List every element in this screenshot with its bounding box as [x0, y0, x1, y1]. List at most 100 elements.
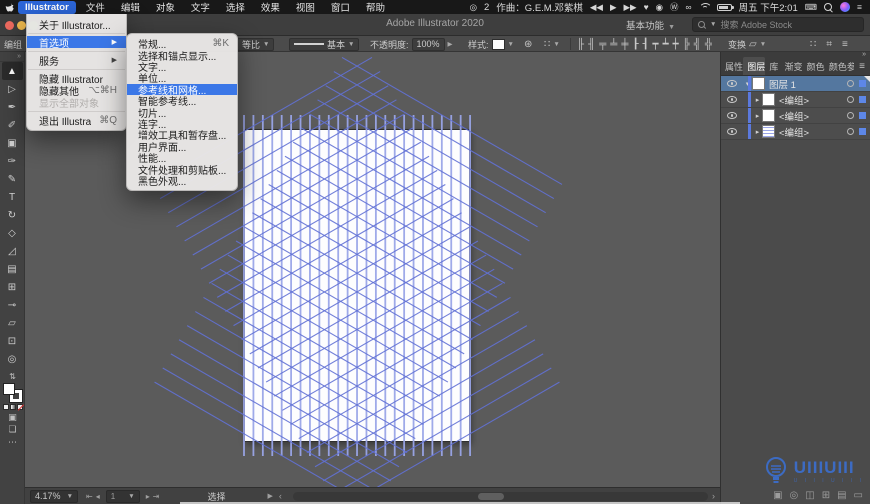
gradient-tool[interactable]: ▤	[2, 260, 23, 278]
shear-tool[interactable]: ▱	[2, 314, 23, 332]
align-icon-11[interactable]: ╣	[694, 39, 701, 50]
swap-fill-stroke-icon[interactable]: ⇅	[9, 372, 16, 381]
edit-toolbar-button[interactable]: ⋯	[8, 437, 17, 448]
align-icon-1[interactable]: ╢	[588, 39, 595, 50]
screen-mode-button[interactable]: ❏	[8, 424, 16, 435]
artboard-number-dropdown[interactable]: 1▼	[106, 490, 140, 503]
link-app-icon[interactable]: ∞	[686, 3, 692, 12]
gradient-button[interactable]	[10, 404, 16, 410]
selection-tool[interactable]: ▲	[2, 62, 23, 80]
scrollbar-thumb[interactable]	[478, 493, 504, 500]
tab-颜色参[interactable]: 颜色参	[825, 57, 854, 75]
layer-thumbnail[interactable]	[762, 125, 775, 138]
color-button[interactable]	[3, 404, 9, 410]
app-menu-item-2[interactable]: 首选项▶	[27, 36, 126, 48]
play-icon[interactable]: ▶	[610, 3, 617, 12]
siri-icon[interactable]	[840, 2, 850, 12]
align-icon-12[interactable]: ╬	[705, 39, 712, 50]
control-center-icon[interactable]: ≡	[857, 3, 862, 12]
control-right-icon-2[interactable]: ≡	[842, 39, 848, 50]
control-right-icon-1[interactable]: ⌗	[826, 39, 832, 50]
style-swatch[interactable]	[492, 39, 505, 50]
scroll-left-arrow[interactable]: ‹	[273, 491, 287, 501]
zoom-tool[interactable]: ◎	[2, 350, 23, 368]
visibility-eye-icon[interactable]	[727, 96, 737, 103]
align-icon-4[interactable]: ╪	[621, 39, 628, 50]
align-icon-10[interactable]: ╠	[683, 39, 690, 50]
menu-bar-item-8[interactable]: 帮助	[358, 0, 393, 15]
layer-row-0[interactable]: ▾图层 1	[721, 76, 870, 92]
drawing-mode-button[interactable]: ▣	[8, 412, 17, 423]
input-method-icon[interactable]: ⌨	[805, 3, 817, 12]
menu-bar-item-0[interactable]: 文件	[78, 0, 113, 15]
eyedropper-tool[interactable]: ⊸	[2, 296, 23, 314]
badge-count[interactable]: 2	[484, 2, 489, 13]
wifi-icon[interactable]	[699, 3, 710, 11]
workspace-switcher[interactable]: 基本功能▼	[626, 18, 675, 32]
artboard[interactable]	[244, 129, 470, 442]
app-menu-title[interactable]: Illustrator	[18, 1, 76, 14]
none-button[interactable]	[17, 404, 23, 410]
align-icon-3[interactable]: ╧	[610, 39, 617, 50]
music-app-icon[interactable]: ◉	[656, 3, 663, 12]
document-setup-globe-icon[interactable]: ⊛	[524, 36, 532, 52]
menu-bar-item-2[interactable]: 对象	[148, 0, 183, 15]
locate-object-icon[interactable]: ◎	[790, 490, 799, 501]
w-app-icon[interactable]: Ⓦ	[670, 3, 679, 12]
app-status-icon[interactable]: ◎	[470, 3, 477, 12]
tab-库[interactable]: 库	[765, 57, 780, 75]
pen-tool[interactable]: ✒	[2, 98, 23, 116]
menu-bar-item-5[interactable]: 效果	[253, 0, 288, 15]
layer-name[interactable]: 图层 1	[769, 77, 847, 91]
new-sublayer-icon[interactable]: ⊞	[822, 490, 830, 501]
new-layer-icon[interactable]: ▤	[837, 490, 846, 501]
menu-bar-item-7[interactable]: 窗口	[323, 0, 358, 15]
target-circle-icon[interactable]	[847, 80, 854, 87]
layer-thumbnail[interactable]	[762, 109, 775, 122]
apple-menu-icon[interactable]	[0, 2, 18, 13]
menu-bar-item-3[interactable]: 文字	[183, 0, 218, 15]
delete-layer-icon[interactable]: ▭	[854, 490, 863, 501]
selection-indicator[interactable]	[859, 128, 866, 135]
paintbrush-tool[interactable]: ✑	[2, 152, 23, 170]
spotlight-icon[interactable]	[824, 3, 833, 12]
align-icon-7[interactable]: ┯	[653, 39, 659, 50]
control-right-icon-0[interactable]: ∷	[810, 39, 816, 50]
first-artboard-button[interactable]: ⇤	[86, 492, 93, 501]
prefs-item-12[interactable]: 黑色外观...	[127, 175, 237, 186]
align-icon-8[interactable]: ┷	[663, 39, 669, 50]
align-icon-0[interactable]: ╟	[577, 39, 584, 50]
next-artboard-button[interactable]: ▸	[146, 492, 150, 501]
pencil-tool[interactable]: ✎	[2, 170, 23, 188]
fill-indicator[interactable]	[3, 383, 15, 395]
app-menu-item-4[interactable]: 服务▶	[27, 54, 126, 66]
selection-indicator[interactable]	[859, 112, 866, 119]
align-icon-5[interactable]: ┠	[632, 39, 638, 50]
battery-icon[interactable]	[717, 4, 732, 11]
clock[interactable]: 周五 下午2:01	[739, 0, 798, 14]
skip-forward-icon[interactable]: ▶▶	[623, 3, 636, 12]
horizontal-scrollbar[interactable]	[293, 492, 708, 501]
menu-bar-item-1[interactable]: 编辑	[113, 0, 148, 15]
align-icon-6[interactable]: ┨	[643, 39, 649, 50]
curvature-tool[interactable]: ✐	[2, 116, 23, 134]
align-icon-9[interactable]: ┿	[673, 39, 679, 50]
stroke-style-dropdown[interactable]: 基本▼	[289, 36, 359, 52]
layer-thumbnail[interactable]	[762, 93, 775, 106]
scroll-right-arrow[interactable]: ›	[712, 491, 720, 501]
zoom-level-dropdown[interactable]: 4.17%▼	[30, 490, 78, 503]
layer-row-3[interactable]: ▸<编组>	[721, 124, 870, 140]
make-mask-icon[interactable]: ◫	[805, 490, 814, 501]
artboard-tool[interactable]: ⊡	[2, 332, 23, 350]
layer-name[interactable]: <编组>	[779, 109, 847, 123]
previous-artboard-button[interactable]: ◂	[96, 492, 100, 501]
expand-chevron-icon[interactable]: ▸	[753, 128, 762, 136]
menu-bar-item-4[interactable]: 选择	[218, 0, 253, 15]
layer-name[interactable]: <编组>	[779, 93, 847, 107]
mesh-tool[interactable]: ⊞	[2, 278, 23, 296]
expand-chevron-icon[interactable]: ▸	[753, 112, 762, 120]
heart-icon[interactable]: ♥	[644, 3, 649, 12]
visibility-eye-icon[interactable]	[727, 128, 737, 135]
style-control[interactable]: 样式: ▼	[468, 36, 514, 52]
last-artboard-button[interactable]: ⇥	[153, 492, 160, 501]
